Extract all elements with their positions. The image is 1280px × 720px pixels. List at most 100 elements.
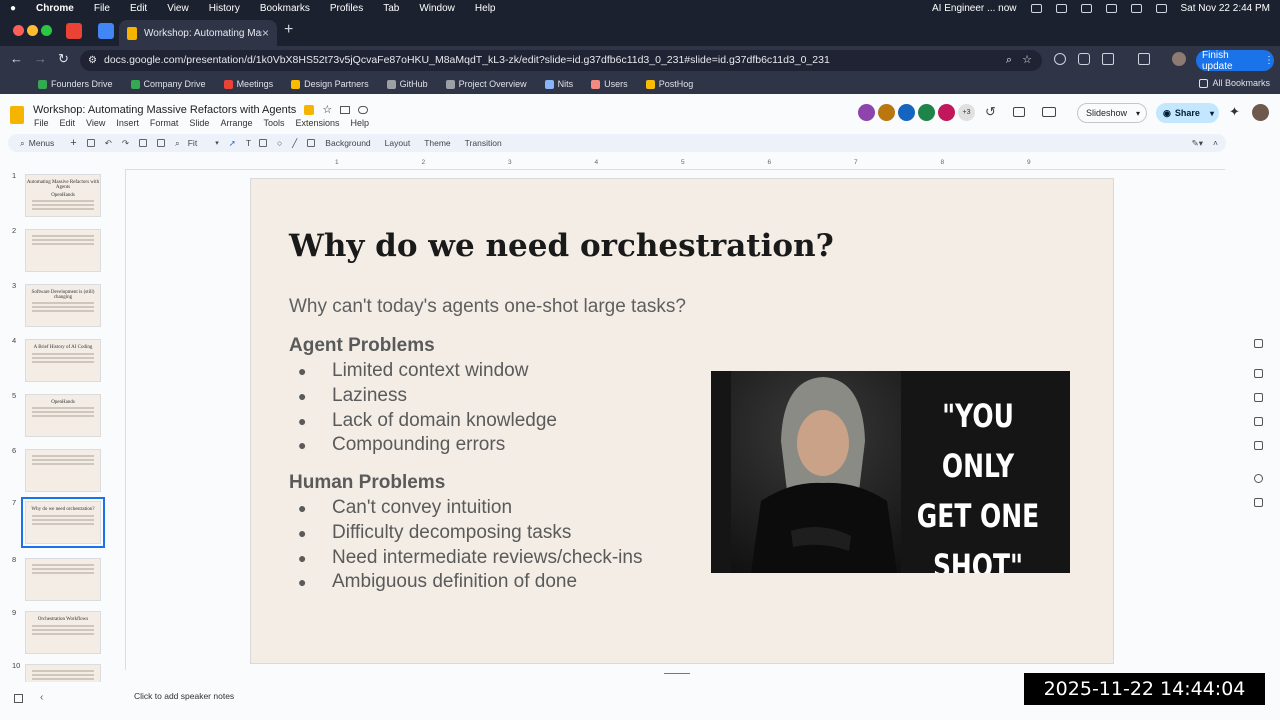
document-title[interactable]: Workshop: Automating Massive Refactors w… [33, 104, 296, 116]
status-icon[interactable] [1030, 3, 1042, 13]
control-center-icon[interactable] [1155, 3, 1167, 13]
more-collaborators[interactable]: +3 [958, 104, 975, 121]
bullet-item[interactable]: ● Compounding errors [298, 433, 557, 458]
slide-thumbnail[interactable]: A Brief History of AI Coding [25, 339, 101, 382]
app-menu-slide[interactable]: Slide [189, 118, 209, 128]
notes-resize-handle[interactable] [664, 673, 690, 674]
share-button[interactable]: ◉ Share ▾ [1156, 103, 1219, 123]
menubar-clock[interactable]: Sat Nov 22 2:44 PM [1181, 3, 1271, 14]
cloud-saved-icon[interactable] [358, 105, 369, 114]
search-icon[interactable]: ⌕ [1006, 50, 1012, 71]
menubar-file[interactable]: File [94, 3, 110, 14]
slideshow-button[interactable]: Slideshow ▾ [1077, 103, 1147, 123]
minimize-window-icon[interactable] [27, 25, 38, 36]
human-problems-list[interactable]: ● Can't convey intuition ● Difficulty decom… [298, 496, 642, 595]
address-bar[interactable]: ⚙ docs.google.com/presentation/d/1k0VbX8… [80, 50, 1042, 71]
redo-icon[interactable]: ↷ [122, 138, 129, 149]
slide-thumbnail[interactable]: Software Development is (still) changing [25, 284, 101, 327]
side-panel-icon[interactable] [1138, 53, 1150, 65]
menubar-app-chrome[interactable]: Chrome [36, 3, 74, 14]
close-tab-icon[interactable]: × [262, 26, 269, 40]
chevron-down-icon[interactable]: ▾ [1136, 109, 1140, 118]
menubar-bookmarks[interactable]: Bookmarks [260, 3, 310, 14]
slide-title[interactable]: Why do we need orchestration? [289, 228, 834, 264]
bookmark-item[interactable]: Design Partners [291, 79, 369, 89]
bookmark-item[interactable]: Company Drive [130, 79, 206, 89]
app-menu-edit[interactable]: Edit [60, 118, 76, 128]
slide-thumbnail[interactable]: Automating Massive Refactors with Agents… [25, 174, 101, 217]
paint-format-icon[interactable] [156, 139, 165, 147]
google-slides-logo-icon[interactable] [10, 106, 24, 124]
addon-icon[interactable] [1254, 474, 1263, 483]
new-slide-icon[interactable]: + [70, 137, 76, 149]
account-avatar[interactable] [1252, 104, 1269, 121]
line-icon[interactable]: ╱ [292, 138, 297, 149]
pinned-tab-icon[interactable] [98, 23, 114, 39]
wifi-icon[interactable] [1130, 3, 1142, 13]
search-menus-input[interactable]: Menus [29, 138, 55, 148]
status-icon[interactable] [1055, 3, 1067, 13]
select-tool-icon[interactable]: ➚ [229, 138, 236, 149]
background-button[interactable]: Background [325, 138, 370, 148]
app-menu-tools[interactable]: Tools [263, 118, 284, 128]
finish-update-button[interactable]: Finish update ⋮ [1196, 50, 1274, 72]
app-menu-help[interactable]: Help [351, 118, 370, 128]
slide-thumbnail[interactable] [25, 664, 101, 682]
status-icon[interactable] [1080, 3, 1092, 13]
bookmark-item[interactable]: Founders Drive [38, 79, 113, 89]
image-icon[interactable] [259, 139, 268, 147]
comment-icon[interactable] [307, 139, 316, 147]
bluetooth-icon[interactable] [1105, 3, 1117, 13]
active-tab[interactable]: Workshop: Automating Massi × [119, 20, 277, 46]
bullet-item[interactable]: ● Can't convey intuition [298, 496, 642, 521]
slide-thumbnail[interactable] [25, 229, 101, 272]
tasks-icon[interactable] [1254, 393, 1263, 402]
new-tab-icon[interactable]: + [284, 21, 293, 39]
app-menu-extensions[interactable]: Extensions [295, 118, 339, 128]
forward-icon[interactable]: → [34, 51, 47, 66]
app-menu-file[interactable]: File [34, 118, 49, 128]
bookmark-item[interactable]: Project Overview [445, 79, 527, 89]
bookmark-item[interactable]: PostHog [645, 79, 693, 89]
slide-thumbnail[interactable] [25, 449, 101, 492]
collaborator-avatar[interactable] [918, 104, 935, 121]
menubar-edit[interactable]: Edit [130, 3, 147, 14]
gemini-icon[interactable]: ✦ [1229, 104, 1240, 120]
app-menu-insert[interactable]: Insert [116, 118, 139, 128]
collaborator-avatar[interactable] [858, 104, 875, 121]
bullet-item[interactable]: ● Difficulty decomposing tasks [298, 521, 642, 546]
slide-thumbnail[interactable]: Why do we need orchestration? [21, 497, 105, 548]
menubar-tab[interactable]: Tab [383, 3, 399, 14]
menubar-history[interactable]: History [209, 3, 240, 14]
meet-icon[interactable] [1042, 107, 1056, 117]
bookmark-item[interactable]: Meetings [223, 79, 273, 89]
reload-icon[interactable]: ↻ [58, 51, 69, 67]
menubar-window[interactable]: Window [419, 3, 455, 14]
bullet-item[interactable]: ● Laziness [298, 384, 557, 409]
agent-problems-heading[interactable]: Agent Problems [289, 335, 435, 357]
camera-icon[interactable] [1254, 498, 1263, 507]
meme-image[interactable]: "YOU ONLY GET ONE SHOT" [711, 371, 1070, 573]
collaborator-avatar[interactable] [938, 104, 955, 121]
extension-icon[interactable] [1054, 53, 1066, 65]
layout-button[interactable]: Layout [385, 138, 411, 148]
app-menu-view[interactable]: View [86, 118, 105, 128]
contacts-icon[interactable] [1254, 417, 1263, 426]
bookmark-item[interactable]: Users [591, 79, 628, 89]
agent-problems-list[interactable]: ● Limited context window ● Laziness ● Lack of… [298, 359, 557, 458]
collapse-toolbar-icon[interactable]: ˄ [1213, 138, 1218, 148]
menubar-view[interactable]: View [167, 3, 189, 14]
text-box-icon[interactable]: T [246, 138, 251, 148]
back-icon[interactable]: ← [10, 51, 23, 66]
slide-thumbnail[interactable]: Orchestration Workflows [25, 611, 101, 654]
collapse-filmstrip-icon[interactable]: ‹ [40, 692, 43, 703]
site-info-icon[interactable]: ⚙ [88, 50, 97, 71]
ai-engineer-status[interactable]: AI Engineer ... now [932, 3, 1017, 14]
maximize-window-icon[interactable] [41, 25, 52, 36]
calendar-icon[interactable] [1254, 369, 1263, 378]
comments-icon[interactable] [1013, 107, 1025, 117]
slide-subtitle[interactable]: Why can't today's agents one-shot large … [289, 296, 686, 318]
bookmark-item[interactable]: GitHub [386, 79, 428, 89]
extension-icon[interactable] [1078, 53, 1090, 65]
shape-icon[interactable]: ○ [277, 138, 282, 148]
